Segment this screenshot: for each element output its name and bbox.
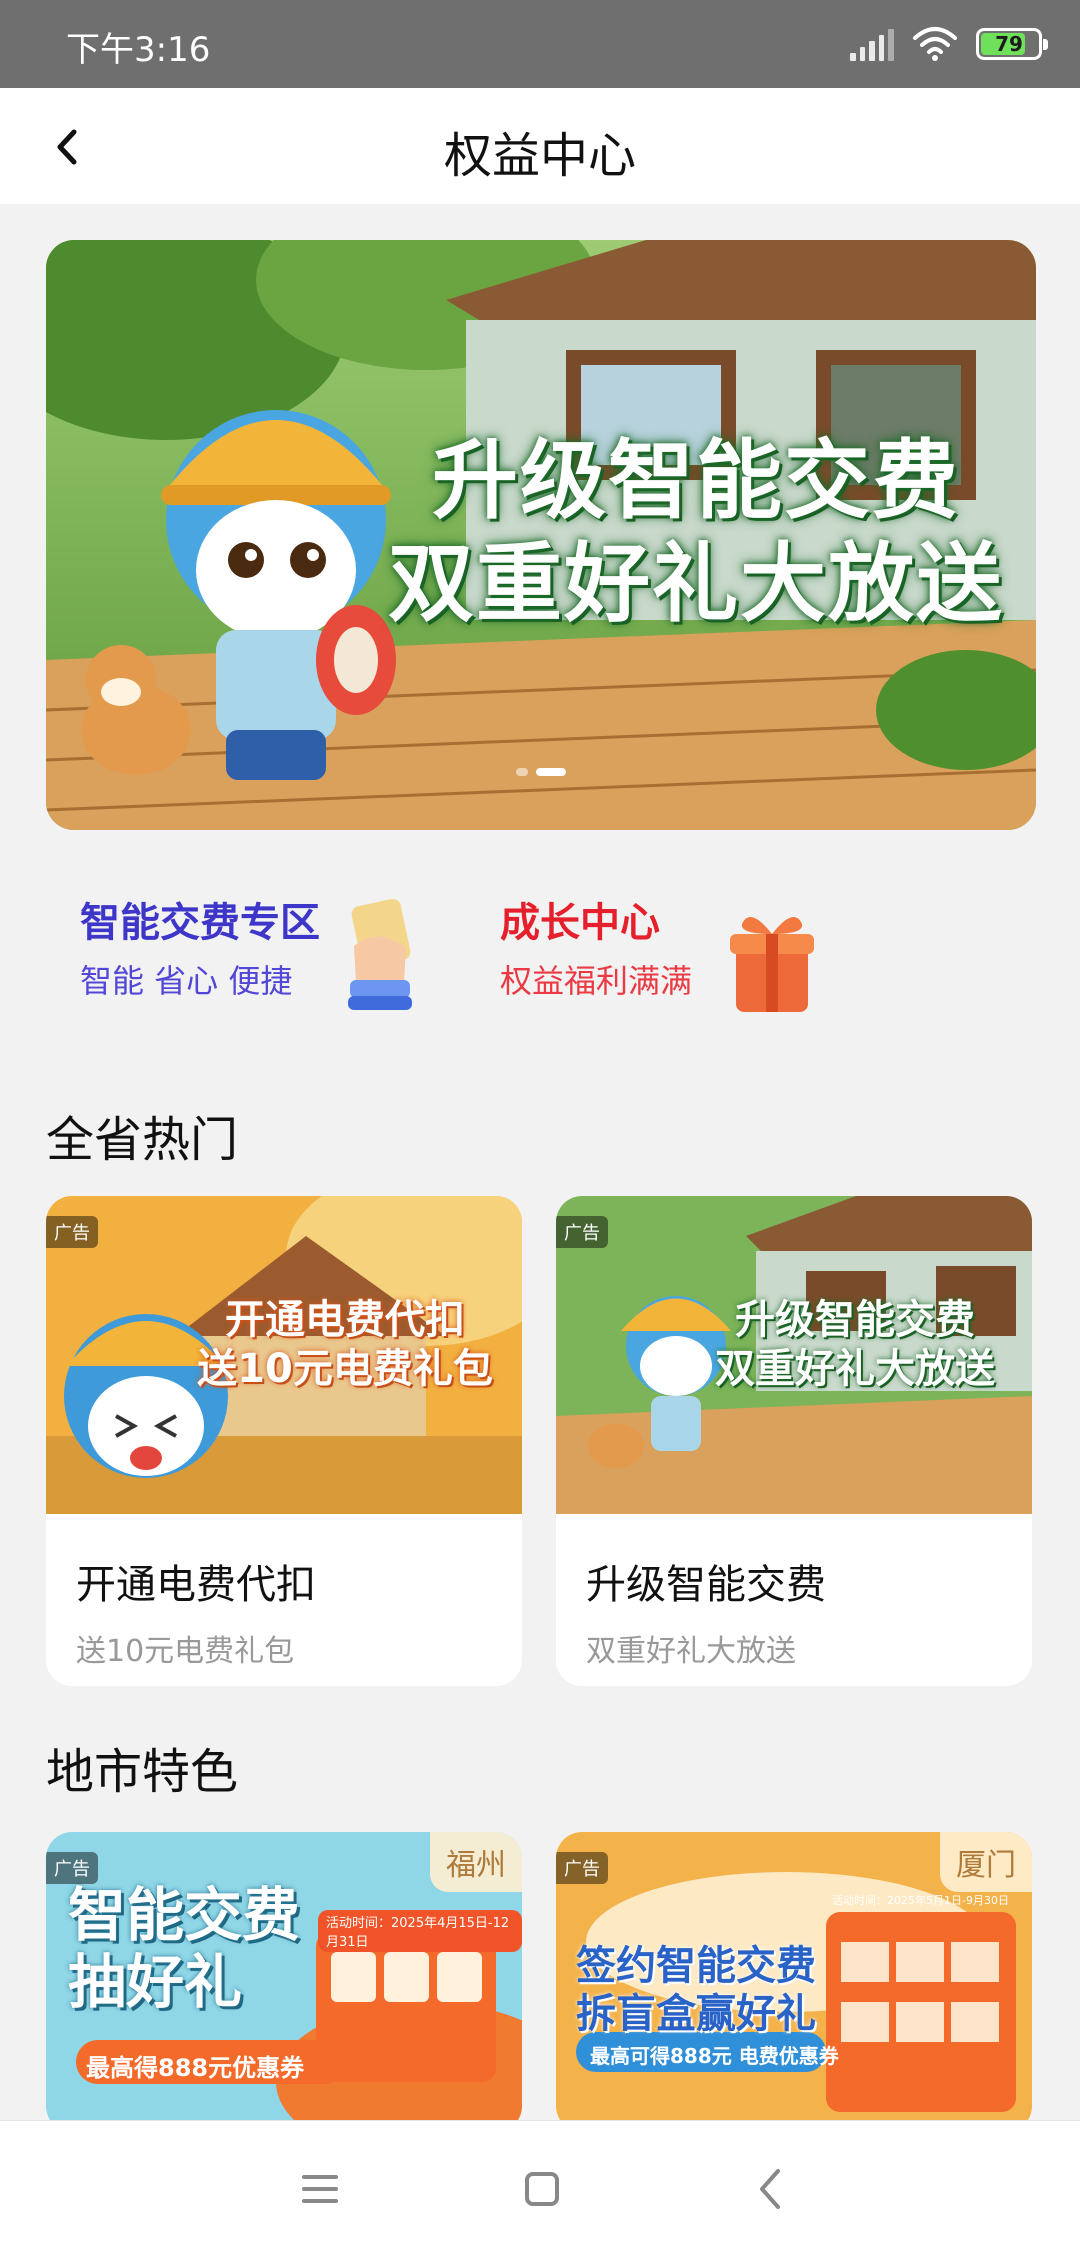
card-overlay: 开通电费代扣 送10元电费礼包 [180, 1296, 510, 1394]
overlay-line1: 开通电费代扣 [225, 1297, 465, 1343]
card-period: 活动时间：2025年5月1日-9月30日 [832, 1894, 1009, 1907]
card-image: 开通电费代扣 送10元电费礼包 广告 [46, 1196, 522, 1514]
signal-icon [850, 27, 894, 61]
card-overlay: 智能交费 抽好礼 [68, 1882, 300, 2015]
status-time: 下午3:16 [66, 30, 211, 70]
entry-subtitle: 权益福利满满 [500, 962, 693, 1000]
card-title: 升级智能交费 [586, 1562, 826, 1608]
system-nav-bar [0, 2120, 1080, 2248]
page-title: 权益中心 [443, 128, 636, 184]
back-triangle-icon[interactable] [740, 2159, 800, 2219]
hand-card-icon [348, 898, 412, 1010]
promo-banner[interactable]: 升级智能交费 双重好礼大放送 [46, 240, 1036, 830]
card-xiamen[interactable]: 签约智能交费 拆盲盒赢好礼 最高可得888元 电费优惠券 活动时间：2025年5… [556, 1832, 1032, 2132]
banner-line2: 双重好礼大放送 [388, 534, 1004, 635]
banner-line1: 升级智能交费 [432, 431, 960, 531]
card-image: 签约智能交费 拆盲盒赢好礼 最高可得888元 电费优惠券 活动时间：2025年5… [556, 1832, 1032, 2132]
card-overlay: 签约智能交费 拆盲盒赢好礼 [576, 1942, 816, 2038]
gift-box-icon [730, 916, 814, 1012]
card-title: 开通电费代扣 [76, 1562, 316, 1608]
card-note: 最高得888元优惠券 [86, 2054, 305, 2082]
card-smart-payment[interactable]: 升级智能交费 双重好礼大放送 广告 升级智能交费 双重好礼大放送 [556, 1196, 1032, 1686]
status-bar: 下午3:16 79 [0, 0, 1080, 88]
section-title-local: 地市特色 [46, 1744, 239, 1800]
smart-payment-zone-entry[interactable]: 智能交费专区 智能 省心 便捷 [80, 890, 320, 1030]
entry-title: 成长中心 [500, 900, 660, 946]
pagination-dot-active [536, 768, 566, 776]
card-image: 升级智能交费 双重好礼大放送 广告 [556, 1196, 1032, 1514]
entry-subtitle: 智能 省心 便捷 [80, 962, 293, 1000]
banner-headline: 升级智能交费 双重好礼大放送 [376, 430, 1016, 636]
pagination-dot [516, 768, 528, 776]
growth-center-entry[interactable]: 成长中心 权益福利满满 [500, 890, 692, 1030]
battery-icon: 79 [976, 28, 1048, 60]
status-icons: 79 [850, 26, 1048, 62]
overlay-line2: 抽好礼 [68, 1947, 243, 2016]
overlay-line1: 签约智能交费 [576, 1943, 816, 1989]
wifi-icon [913, 27, 957, 61]
overlay-line2: 拆盲盒赢好礼 [576, 1991, 816, 2037]
ad-tag: 广告 [556, 1852, 608, 1884]
card-period: 活动时间：2025年4月15日-12月31日 [318, 1910, 522, 1952]
card-fuzhou[interactable]: 智能交费 抽好礼 最高得888元优惠券 活动时间：2025年4月15日-12月3… [46, 1832, 522, 2132]
overlay-line2: 送10元电费礼包 [197, 1345, 493, 1392]
home-square-icon[interactable] [512, 2159, 572, 2219]
overlay-line1: 智能交费 [68, 1881, 301, 1949]
card-overlay: 升级智能交费 双重好礼大放送 [690, 1296, 1020, 1394]
card-image: 智能交费 抽好礼 最高得888元优惠券 活动时间：2025年4月15日-12月3… [46, 1832, 522, 2132]
city-tag: 福州 [430, 1832, 522, 1892]
ad-tag: 广告 [46, 1216, 98, 1248]
overlay-line1: 升级智能交费 [735, 1297, 975, 1343]
top-nav-bar: 权益中心 [0, 88, 1080, 204]
menu-icon[interactable] [290, 2159, 350, 2219]
card-subtitle: 双重好礼大放送 [586, 1634, 796, 1669]
battery-level: 79 [995, 32, 1023, 56]
entry-title: 智能交费专区 [80, 900, 320, 946]
banner-pagination [46, 768, 1036, 776]
section-title-hot: 全省热门 [46, 1112, 239, 1168]
card-auto-debit[interactable]: 开通电费代扣 送10元电费礼包 广告 开通电费代扣 送10元电费礼包 [46, 1196, 522, 1686]
overlay-line2: 双重好礼大放送 [715, 1345, 995, 1392]
ad-tag: 广告 [46, 1852, 98, 1884]
ad-tag: 广告 [556, 1216, 608, 1248]
card-subtitle: 送10元电费礼包 [76, 1634, 295, 1669]
city-tag: 厦门 [940, 1832, 1032, 1892]
card-note: 最高可得888元 电费优惠券 [590, 2044, 839, 2068]
